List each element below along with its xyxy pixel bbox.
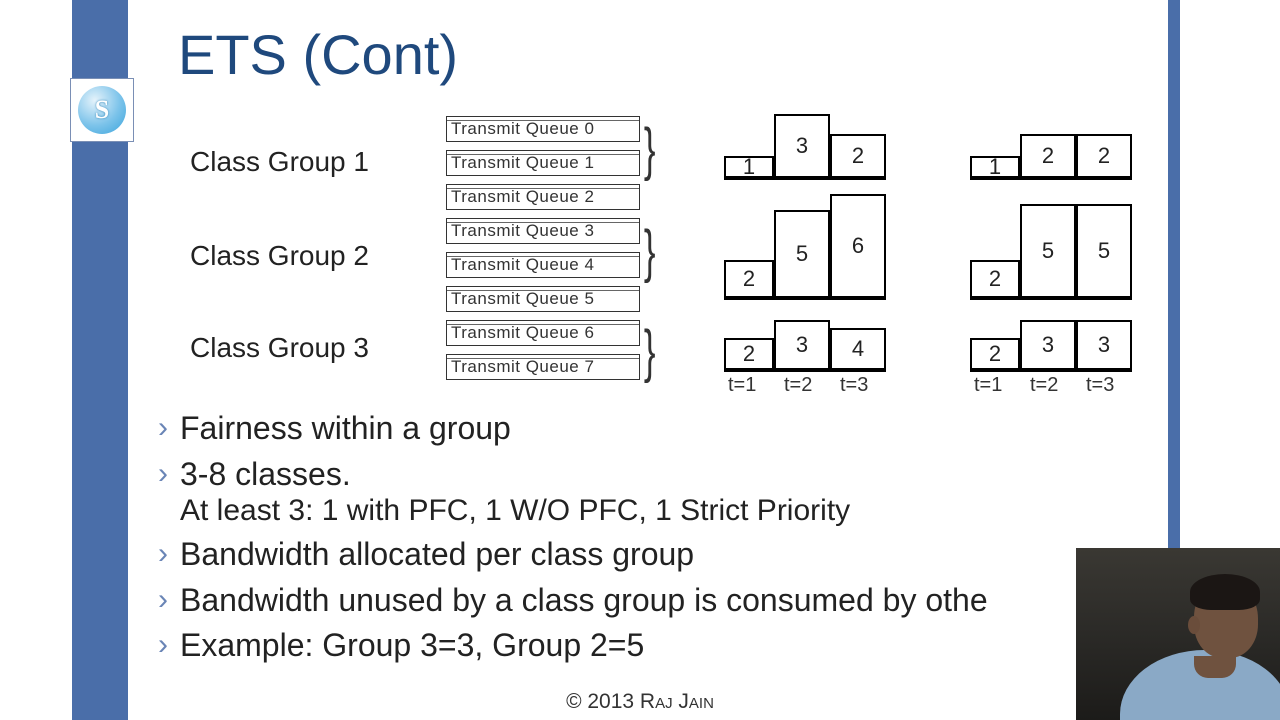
bar: 2 bbox=[970, 338, 1020, 370]
bar: 5 bbox=[1020, 204, 1076, 298]
queue-box: Transmit Queue 3 bbox=[446, 218, 640, 244]
queue-box: Transmit Queue 2 bbox=[446, 184, 640, 210]
bar: 3 bbox=[774, 320, 830, 370]
bar: 2 bbox=[970, 260, 1020, 298]
bar-group-right-1: 1 2 2 bbox=[970, 134, 1132, 180]
bullet-text: Example: Group 3=3, Group 2=5 bbox=[180, 627, 644, 663]
bullet-item: Example: Group 3=3, Group 2=5 bbox=[158, 625, 1170, 667]
t-label: t=1 bbox=[728, 374, 756, 397]
bar-group-left-2: 2 5 6 bbox=[724, 194, 886, 300]
bar-group-left-3: 2 3 4 bbox=[724, 314, 886, 372]
group-label-3: Class Group 3 bbox=[190, 332, 369, 364]
bar: 2 bbox=[830, 134, 886, 178]
bar-group-right-3: 2 3 3 bbox=[970, 314, 1132, 372]
bar: 3 bbox=[1076, 320, 1132, 370]
bullet-text: 3-8 classes. bbox=[180, 456, 351, 492]
group-label-2: Class Group 2 bbox=[190, 240, 369, 272]
bar: 5 bbox=[1076, 204, 1132, 298]
bar: 1 bbox=[970, 156, 1020, 178]
logo-letter: S bbox=[95, 95, 109, 125]
bar: 4 bbox=[830, 328, 886, 370]
presenter-neck bbox=[1194, 656, 1236, 678]
queue-box: Transmit Queue 5 bbox=[446, 286, 640, 312]
queue-box: Transmit Queue 4 bbox=[446, 252, 640, 278]
bar-group-left-1: 1 3 2 bbox=[724, 114, 886, 180]
presenter-hair bbox=[1190, 574, 1260, 610]
bullet-item: 3-8 classes. At least 3: 1 with PFC, 1 W… bbox=[158, 454, 1170, 531]
queue-column: Transmit Queue 0 Transmit Queue 1 Transm… bbox=[446, 116, 640, 388]
slide: S ETS (Cont) Class Group 1 Class Group 2… bbox=[0, 0, 1280, 720]
bullet-text: Bandwidth allocated per class group bbox=[180, 536, 694, 572]
group-label-1: Class Group 1 bbox=[190, 146, 369, 178]
diagram-area: Class Group 1 Class Group 2 Class Group … bbox=[180, 110, 1170, 405]
presenter-video-inset bbox=[1076, 548, 1280, 720]
bar: 5 bbox=[774, 210, 830, 298]
presenter-ear bbox=[1188, 616, 1200, 634]
bullet-text: Fairness within a group bbox=[180, 410, 511, 446]
queue-box: Transmit Queue 7 bbox=[446, 354, 640, 380]
queue-box: Transmit Queue 0 bbox=[446, 116, 640, 142]
t-label: t=2 bbox=[784, 374, 812, 397]
logo: S bbox=[70, 78, 134, 142]
t-label: t=1 bbox=[974, 374, 1002, 397]
bullet-text: Bandwidth unused by a class group is con… bbox=[180, 582, 988, 618]
brace-icon: } bbox=[644, 116, 656, 183]
t-label: t=3 bbox=[1086, 374, 1114, 397]
bar: 2 bbox=[1076, 134, 1132, 178]
bullet-subtext: At least 3: 1 with PFC, 1 W/O PFC, 1 Str… bbox=[180, 491, 1170, 530]
bar-group-right-2: 2 5 5 bbox=[970, 204, 1132, 300]
t-label: t=2 bbox=[1030, 374, 1058, 397]
t-label: t=3 bbox=[840, 374, 868, 397]
queue-box: Transmit Queue 1 bbox=[446, 150, 640, 176]
bullet-list: Fairness within a group 3-8 classes. At … bbox=[158, 408, 1170, 671]
bullet-item: Fairness within a group bbox=[158, 408, 1170, 450]
logo-circle-icon: S bbox=[78, 86, 126, 134]
queue-box: Transmit Queue 6 bbox=[446, 320, 640, 346]
bar: 3 bbox=[774, 114, 830, 178]
bar: 1 bbox=[724, 156, 774, 178]
bullet-item: Bandwidth unused by a class group is con… bbox=[158, 580, 1170, 622]
bar: 2 bbox=[724, 338, 774, 370]
bar: 2 bbox=[1020, 134, 1076, 178]
brace-icon: } bbox=[644, 218, 656, 285]
bullet-item: Bandwidth allocated per class group bbox=[158, 534, 1170, 576]
brace-icon: } bbox=[644, 318, 656, 385]
bar: 2 bbox=[724, 260, 774, 298]
bar: 3 bbox=[1020, 320, 1076, 370]
bar: 6 bbox=[830, 194, 886, 298]
page-title: ETS (Cont) bbox=[178, 22, 458, 87]
